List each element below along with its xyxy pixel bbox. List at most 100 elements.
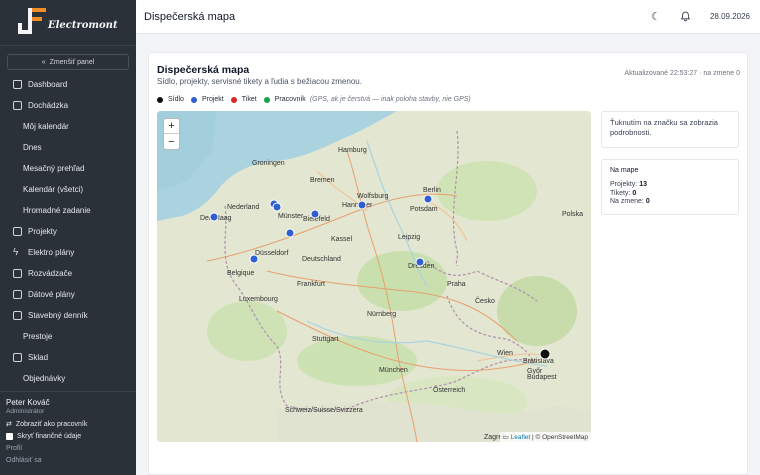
city-label: Potsdam bbox=[410, 206, 438, 213]
collapse-sidebar-label: Zmenšiť panel bbox=[49, 58, 95, 66]
city-label: Hamburg bbox=[338, 147, 367, 154]
city-label: Budapest bbox=[527, 374, 557, 381]
projekt-dot-icon bbox=[190, 96, 197, 103]
city-label: Schweiz/Suisse/Svizzera bbox=[285, 407, 363, 414]
city-label: Münster bbox=[278, 213, 304, 220]
stats-label: Tikety: bbox=[610, 189, 631, 197]
leaflet-link[interactable]: Leaflet bbox=[511, 434, 531, 441]
sidebar-item-mesacny-prehlad[interactable]: Mesačný prehľad bbox=[0, 158, 136, 179]
marker-info-box: Ťuknutím na značku sa zobrazia podrobnos… bbox=[601, 111, 739, 148]
city-label: Nederland bbox=[227, 204, 259, 211]
topbar: Dispečerská mapa ☾ 28.09.2026 bbox=[136, 0, 760, 34]
sidebar-item-datove-plany[interactable]: Dátové plány bbox=[0, 284, 136, 305]
bell-icon[interactable] bbox=[680, 11, 692, 23]
sidebar-item-label: Dátové plány bbox=[28, 290, 75, 299]
city-label: Wien bbox=[497, 350, 513, 357]
last-updated: Aktualizované 22:53:27 · na zmene 0 bbox=[624, 70, 740, 77]
sidebar-item-label: Objednávky bbox=[23, 374, 66, 383]
hide-finance-label: Skryť finančné údaje bbox=[17, 433, 82, 440]
page-subtitle: Sídlo, projekty, servisné tikety a ľudia… bbox=[157, 77, 362, 86]
sidebar-item-label: Stavebný denník bbox=[28, 311, 88, 320]
swap-icon: ⇄ bbox=[6, 421, 12, 428]
leaflet-flag-icon: ▭ bbox=[502, 434, 509, 441]
profile-link[interactable]: Profil bbox=[6, 445, 130, 452]
projekt-marker[interactable] bbox=[209, 212, 219, 222]
stats-title: Na mape bbox=[610, 167, 639, 174]
sidebar-item-label: Elektro plány bbox=[28, 248, 75, 257]
stats-projekty: Projekty: 13 bbox=[610, 181, 730, 190]
projekt-marker[interactable] bbox=[357, 200, 367, 210]
logout-link[interactable]: Odhlásiť sa bbox=[6, 457, 130, 464]
projekt-marker[interactable] bbox=[285, 228, 295, 238]
stats-label: Projekty: bbox=[610, 181, 638, 188]
city-label: Bremen bbox=[310, 177, 335, 184]
sidebar-item-moj-kalendar[interactable]: Môj kalendár bbox=[0, 116, 136, 137]
sidebar-item-sklad[interactable]: Sklad bbox=[0, 347, 136, 368]
city-label: Düsseldorf bbox=[255, 250, 289, 257]
sidebar-item-elektro-plany[interactable]: Elektro plány bbox=[0, 242, 136, 263]
sidebar-item-hromadne-zadanie[interactable]: Hromadné zadanie bbox=[0, 200, 136, 221]
collapse-sidebar-button[interactable]: « Zmenšiť panel bbox=[7, 54, 129, 70]
zoom-out-button[interactable]: − bbox=[164, 134, 179, 149]
switch-view-label: Zobraziť ako pracovník bbox=[15, 420, 88, 428]
city-label: Győr bbox=[527, 368, 543, 375]
city-label: Kassel bbox=[331, 236, 352, 243]
sidebar-item-objednavky[interactable]: Objednávky bbox=[0, 368, 136, 389]
projekt-marker[interactable] bbox=[423, 194, 433, 204]
sidebar: Electromont « Zmenšiť panel Dashboard Do… bbox=[0, 0, 136, 475]
box-icon bbox=[13, 353, 22, 362]
sidebar-item-label: Hromadné zadanie bbox=[23, 206, 91, 215]
zoom-in-button[interactable]: + bbox=[164, 119, 179, 134]
page-title: Dispečerská mapa bbox=[157, 64, 250, 76]
stats-na-zmene: Na zmene: 0 bbox=[610, 198, 730, 207]
hide-finance-checkbox[interactable] bbox=[6, 433, 13, 440]
pracovnik-dot-icon bbox=[263, 96, 270, 103]
sidebar-item-stavebny-dennik[interactable]: Stavebný denník bbox=[0, 305, 136, 326]
user-panel: Peter Kováč Administrátor ⇄ Zobraziť ako… bbox=[0, 391, 136, 475]
sidebar-item-label: Mesačný prehľad bbox=[23, 164, 85, 173]
legend-pracovnik: Pracovník bbox=[274, 96, 306, 103]
sidebar-item-prestoje[interactable]: Prestoje bbox=[0, 326, 136, 347]
sidebar-nav: Dashboard Dochádzka Môj kalendár Dnes Me… bbox=[0, 74, 136, 389]
sidebar-item-rozvadzace[interactable]: Rozvádzače bbox=[0, 263, 136, 284]
sidebar-item-label: Dochádzka bbox=[28, 101, 69, 110]
city-label: Leipzig bbox=[398, 234, 420, 241]
main-content: Dispečerská mapa Sídlo, projekty, servis… bbox=[136, 34, 760, 475]
stats-tikety: Tikety: 0 bbox=[610, 190, 730, 199]
city-label: Polska bbox=[562, 211, 583, 218]
sidebar-item-dnes[interactable]: Dnes bbox=[0, 137, 136, 158]
projekt-marker[interactable] bbox=[310, 209, 320, 219]
osm-attribution[interactable]: | © OpenStreetMap bbox=[532, 434, 588, 441]
sidebar-item-label: Projekty bbox=[28, 227, 57, 236]
sidebar-item-projekty[interactable]: Projekty bbox=[0, 221, 136, 242]
stats-value: 0 bbox=[645, 198, 650, 205]
clipboard-icon bbox=[13, 227, 22, 236]
switch-view-button[interactable]: ⇄ Zobraziť ako pracovník bbox=[6, 420, 130, 429]
marker-info-text: Ťuknutím na značku sa zobrazia podrobnos… bbox=[610, 118, 718, 137]
hide-finance-toggle[interactable]: Skryť finančné údaje bbox=[6, 433, 130, 440]
projekt-marker[interactable] bbox=[272, 202, 282, 212]
projekt-marker[interactable] bbox=[415, 257, 425, 267]
dispatch-map[interactable]: Hamburg Groningen Bremen Hannover Wolfsb… bbox=[157, 111, 591, 442]
projekt-marker[interactable] bbox=[249, 254, 259, 264]
city-label: Praha bbox=[447, 281, 466, 288]
map-stats-box: Na mape Projekty: 13 Tikety: 0 Na zmene:… bbox=[601, 159, 739, 215]
legend-sidlo: Sídlo bbox=[168, 96, 184, 103]
moon-icon[interactable]: ☾ bbox=[650, 11, 662, 23]
map-tiles[interactable]: Hamburg Groningen Bremen Hannover Wolfsb… bbox=[157, 111, 591, 442]
stats-value: 0 bbox=[632, 189, 637, 197]
city-label: München bbox=[379, 367, 408, 374]
city-label: Bratislava bbox=[523, 358, 554, 365]
database-icon bbox=[13, 290, 22, 299]
legend-tiket: Tiket bbox=[241, 96, 257, 103]
sidebar-item-dashboard[interactable]: Dashboard bbox=[0, 74, 136, 95]
brand-logo[interactable]: Electromont bbox=[0, 0, 136, 46]
map-attribution: ▭ Leaflet | © OpenStreetMap bbox=[499, 432, 591, 442]
sidlo-marker[interactable] bbox=[539, 348, 551, 360]
sidebar-item-kalendar-vsetci[interactable]: Kalendár (všetci) bbox=[0, 179, 136, 200]
sidebar-item-label: Dnes bbox=[23, 143, 42, 152]
sidebar-item-dochadzka[interactable]: Dochádzka bbox=[0, 95, 136, 116]
tiket-dot-icon bbox=[230, 96, 237, 103]
city-label: Frankfurt bbox=[297, 281, 325, 288]
city-label: Groningen bbox=[252, 160, 285, 167]
